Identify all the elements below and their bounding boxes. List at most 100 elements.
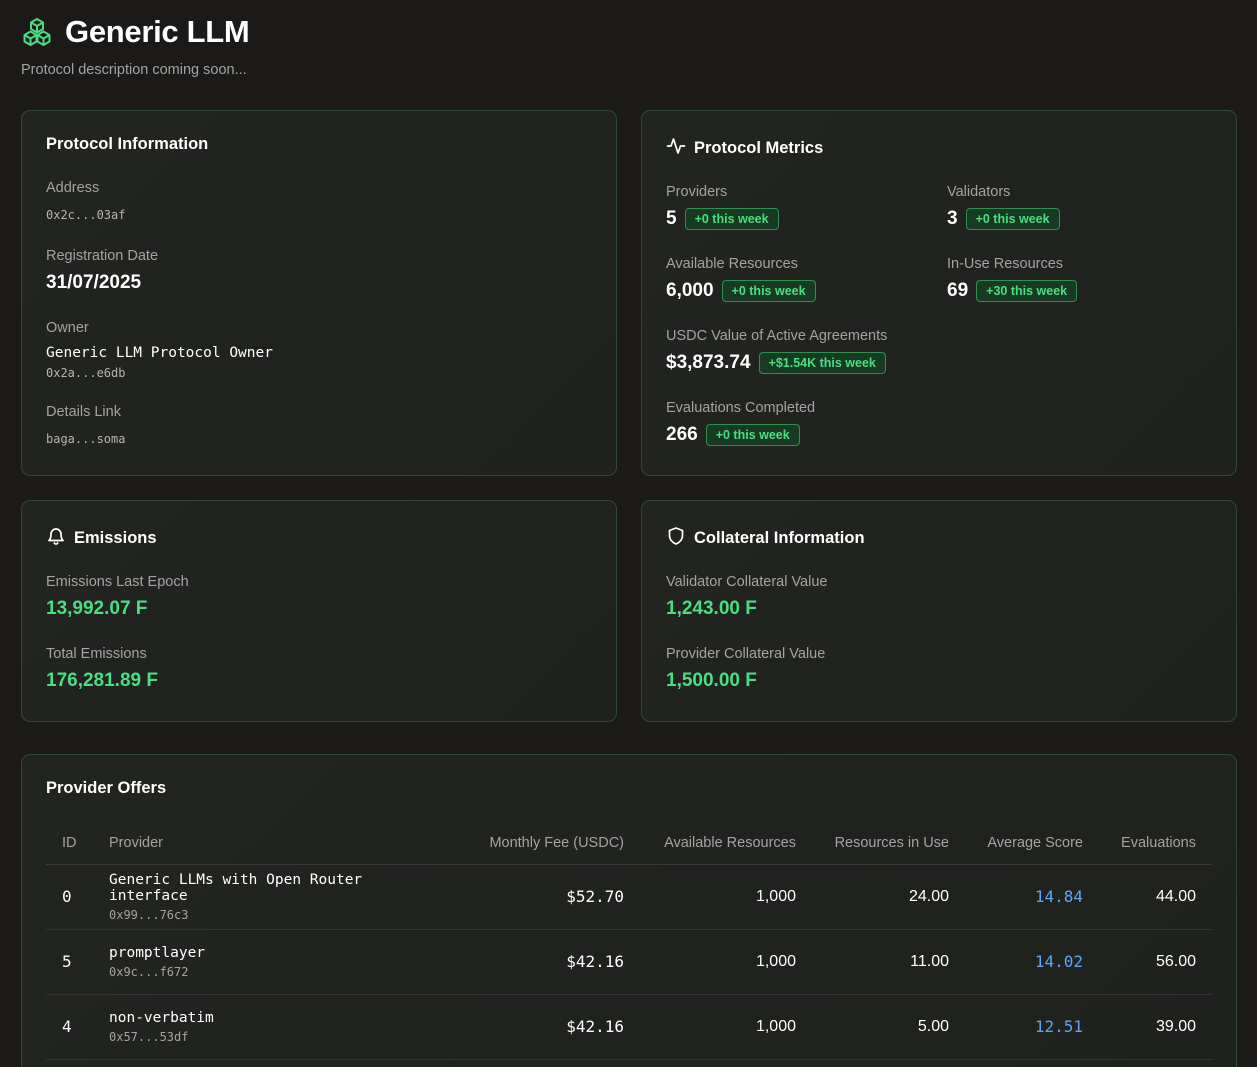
page-header: Generic LLM Protocol description coming … [21,0,1236,78]
weekly-change-badge: +0 this week [721,280,816,302]
offer-id: 5 [46,929,109,995]
metric-label: Providers [666,184,728,200]
evaluations: 44.00 [1083,864,1212,930]
weekly-change-badge: +30 this week [976,280,1078,302]
registration-date-label: Registration Date [46,248,159,264]
card-title-row: Emissions [46,526,157,551]
metric-label: In-Use Resources [947,256,1064,272]
owner-name: Generic LLM Protocol Owner [46,345,273,361]
evaluations: 56.00 [1083,929,1212,995]
column-header-resources-in-use[interactable]: Resources in Use [796,823,949,865]
validator-collateral-label: Validator Collateral Value [666,574,828,590]
table-row[interactable]: 4 non-verbatim 0x57...53df $42.16 1,000 … [46,994,1212,1060]
weekly-change-badge: +0 this week [705,424,800,446]
metric-label: Validators [947,184,1011,200]
metric-value: 6,000 [666,280,714,301]
provider-cell: non-verbatim 0x57...53df [109,994,439,1060]
provider-collateral-value: 1,500.00 F [666,670,757,691]
metric-available-resources: Available Resources 6,000 +0 this week [666,256,816,302]
validator-collateral-value: 1,243.00 F [666,598,757,619]
emissions-last-epoch-value: 13,992.07 F [46,598,148,619]
metric-label: Available Resources [666,256,798,272]
column-header-id[interactable]: ID [46,823,109,865]
registration-date-value: 31/07/2025 [46,272,142,293]
column-header-provider[interactable]: Provider [109,823,439,865]
weekly-change-badge: +0 this week [684,208,779,230]
owner-address[interactable]: 0x2a...e6db [46,366,273,380]
card-title-row: Protocol Metrics [666,136,823,161]
weekly-change-badge: +0 this week [965,208,1060,230]
provider-cell: Generic LLMs with Open Router interface … [109,864,439,930]
monthly-fee: $42.16 [439,994,624,1060]
protocol-page: Generic LLM Protocol description coming … [0,0,1257,1067]
provider-cell: promptlayer 0x9c...f672 [109,929,439,995]
column-header-available-resources[interactable]: Available Resources [624,823,796,865]
page-subtitle: Protocol description coming soon... [21,62,247,78]
page-title: Generic LLM [65,14,250,49]
column-header-monthly-fee[interactable]: Monthly Fee (USDC) [439,823,624,865]
collateral-information-card: Collateral Information Validator Collate… [641,500,1237,722]
provider-offers-table: ID Provider Monthly Fee (USDC) Available… [46,823,1212,1060]
metric-value: 69 [947,280,969,301]
offer-id: 0 [46,864,109,930]
address-value[interactable]: 0x2c...03af [46,208,125,222]
offers-title: Provider Offers [46,779,167,797]
metric-validators: Validators 3 +0 this week [947,184,1060,230]
provider-name[interactable]: non-verbatim [109,1010,439,1026]
weekly-change-badge: +$1.54K this week [758,352,886,374]
average-score: 14.84 [949,864,1083,930]
table-header-row: ID Provider Monthly Fee (USDC) Available… [46,823,1212,865]
provider-address[interactable]: 0x9c...f672 [109,965,439,979]
total-emissions-label: Total Emissions [46,646,147,662]
provider-address[interactable]: 0x57...53df [109,1030,439,1044]
table-row[interactable]: 0 Generic LLMs with Open Router interfac… [46,864,1212,930]
provider-name[interactable]: Generic LLMs with Open Router interface [109,872,439,904]
monthly-fee: $52.70 [439,864,624,930]
metric-value: 5 [666,208,677,229]
provider-name[interactable]: promptlayer [109,945,439,961]
emissions-title: Emissions [74,529,157,547]
provider-offers-card: Provider Offers ID Provider Monthly Fee … [21,754,1237,1067]
protocol-metrics-card: Protocol Metrics Providers 5 +0 this wee… [641,110,1237,476]
protocol-information-card: Protocol Information Address 0x2c...03af… [21,110,617,476]
emissions-last-epoch-label: Emissions Last Epoch [46,574,189,590]
total-emissions-value: 176,281.89 F [46,670,158,691]
collateral-title: Collateral Information [694,529,865,547]
metric-value: $3,873.74 [666,352,751,373]
metric-value: 266 [666,424,698,445]
provider-collateral-label: Provider Collateral Value [666,646,826,662]
monthly-fee: $42.16 [439,929,624,995]
card-title-row: Collateral Information [666,526,865,551]
shield-icon [666,526,686,551]
owner-label: Owner [46,320,89,336]
metrics-title: Protocol Metrics [694,139,824,157]
average-score: 14.02 [949,929,1083,995]
column-header-average-score[interactable]: Average Score [949,823,1083,865]
provider-address[interactable]: 0x99...76c3 [109,908,439,922]
metric-label: Evaluations Completed [666,400,816,416]
resources-in-use: 11.00 [796,929,949,995]
metric-evaluations: Evaluations Completed 266 +0 this week [666,400,815,446]
available-resources: 1,000 [624,994,796,1060]
cubes-logo-icon [21,16,53,48]
table-row[interactable]: 5 promptlayer 0x9c...f672 $42.16 1,000 1… [46,929,1212,995]
average-score: 12.51 [949,994,1083,1060]
evaluations: 39.00 [1083,994,1212,1060]
card-title: Protocol Information [46,135,209,153]
resources-in-use: 24.00 [796,864,949,930]
available-resources: 1,000 [624,864,796,930]
column-header-evaluations[interactable]: Evaluations [1083,823,1212,865]
address-label: Address [46,180,100,196]
metric-in-use-resources: In-Use Resources 69 +30 this week [947,256,1078,302]
metric-providers: Providers 5 +0 this week [666,184,779,230]
resources-in-use: 5.00 [796,994,949,1060]
metric-label: USDC Value of Active Agreements [666,328,888,344]
details-link-label: Details Link [46,404,121,420]
activity-icon [666,136,686,161]
bell-icon [46,526,66,551]
details-link[interactable]: baga...soma [46,432,125,446]
metric-value: 3 [947,208,958,229]
offer-id: 4 [46,994,109,1060]
metric-usdc-value: USDC Value of Active Agreements $3,873.7… [666,328,887,374]
available-resources: 1,000 [624,929,796,995]
